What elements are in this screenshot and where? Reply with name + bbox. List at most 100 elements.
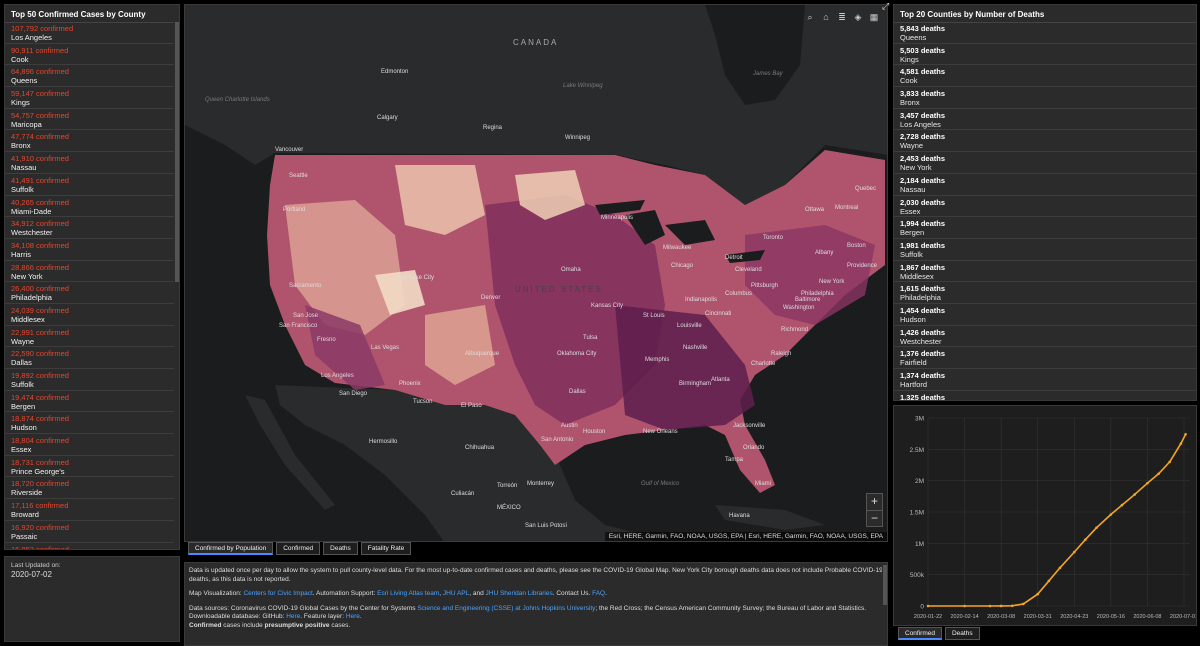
- label-dallas: Dallas: [569, 389, 586, 395]
- confirmed-case-item[interactable]: 18,720 confirmed Riverside: [5, 477, 174, 500]
- link-faq[interactable]: FAQ: [592, 590, 605, 597]
- death-item[interactable]: 4,581 deaths Cook: [894, 65, 1196, 88]
- confirmed-cases-scrollbar[interactable]: [174, 22, 179, 549]
- confirmed-case-item[interactable]: 64,896 confirmed Queens: [5, 65, 174, 88]
- death-item[interactable]: 1,374 deaths Hartford: [894, 369, 1196, 391]
- tab-chart-deaths[interactable]: Deaths: [944, 627, 980, 640]
- death-item-county: New York: [900, 163, 932, 173]
- confirmed-case-item[interactable]: 34,108 confirmed Harris: [5, 239, 174, 261]
- label-nashville: Nashville: [683, 345, 708, 351]
- layers-icon[interactable]: ◈: [851, 11, 865, 24]
- confirmed-cases-list[interactable]: 107,792 confirmed Los Angeles 90,911 confi…: [5, 22, 174, 549]
- deaths-list[interactable]: 5,843 deaths Queens 5,503 deaths Kings 4,581…: [894, 22, 1196, 400]
- death-item[interactable]: 2,453 deaths New York: [894, 152, 1196, 174]
- label-omaha: Omaha: [561, 267, 581, 273]
- scrollbar-thumb[interactable]: [175, 22, 179, 282]
- tab-confirmed-by-population[interactable]: Confirmed by Population: [188, 542, 274, 555]
- link-feature-layer[interactable]: Here: [346, 613, 360, 620]
- label-columbus: Columbus: [725, 291, 753, 297]
- confirmed-case-item[interactable]: 16,853 confirmed: [5, 543, 174, 550]
- tab-chart-confirmed[interactable]: Confirmed: [898, 627, 942, 640]
- death-item-value: 1,981 deaths: [900, 240, 946, 250]
- confirmed-case-item-value: 90,911 confirmed: [11, 45, 69, 55]
- death-item[interactable]: 1,325 deaths: [894, 391, 1196, 400]
- confirmed-case-item[interactable]: 17,116 confirmed Broward: [5, 499, 174, 521]
- link-esri-living-atlas[interactable]: Esri Living Atlas team: [377, 590, 439, 597]
- death-item[interactable]: 1,867 deaths Middlesex: [894, 261, 1196, 283]
- death-item-value: 4,581 deaths: [900, 67, 946, 77]
- notes-credits: Map Visualization: Centers for Civic Imp…: [189, 590, 607, 597]
- home-icon[interactable]: ⌂: [819, 11, 833, 24]
- death-item[interactable]: 1,454 deaths Hudson: [894, 304, 1196, 326]
- label-baltimore: Baltimore: [795, 297, 821, 303]
- confirmed-case-item[interactable]: 18,731 confirmed Prince George's: [5, 456, 174, 478]
- link-centers-civic-impact[interactable]: Centers for Civic Impact: [243, 590, 312, 597]
- confirmed-case-item[interactable]: 34,912 confirmed Westchester: [5, 217, 174, 239]
- confirmed-case-item[interactable]: 18,874 confirmed Hudson: [5, 412, 174, 435]
- confirmed-case-item[interactable]: 24,039 confirmed Middlesex: [5, 304, 174, 326]
- label-boston: Boston: [847, 243, 866, 249]
- confirmed-case-item[interactable]: 26,400 confirmed Philadelphia: [5, 282, 174, 304]
- link-csse-jhu[interactable]: Science and Engineering (CSSE) at Johns …: [417, 605, 595, 612]
- confirmed-case-item[interactable]: 28,866 confirmed New York: [5, 261, 174, 283]
- confirmed-case-item[interactable]: 90,911 confirmed Cook: [5, 44, 174, 66]
- label-cleveland: Cleveland: [735, 267, 762, 273]
- notes-scrollbar[interactable]: [882, 563, 887, 645]
- death-item[interactable]: 1,376 deaths Fairfield: [894, 347, 1196, 369]
- death-item[interactable]: 3,457 deaths Los Angeles: [894, 109, 1196, 131]
- zoom-in-button[interactable]: +: [867, 494, 882, 510]
- label-richmond: Richmond: [781, 327, 809, 333]
- tab-deaths[interactable]: Deaths: [323, 542, 358, 555]
- confirmed-case-item[interactable]: 41,491 confirmed Suffolk: [5, 174, 174, 196]
- zoom-out-button[interactable]: −: [867, 510, 882, 526]
- data-point: [1036, 592, 1040, 596]
- death-item[interactable]: 2,184 deaths Nassau: [894, 174, 1196, 196]
- confirmed-case-item-county: Suffolk: [11, 380, 34, 389]
- death-item[interactable]: 1,615 deaths Philadelphia: [894, 282, 1196, 304]
- map-view[interactable]: CANADA UNITED STATES MÉXICO Edmonton Cal…: [184, 4, 888, 542]
- label-queen-charlotte: Queen Charlotte Islands: [205, 97, 270, 103]
- data-point: [1168, 460, 1171, 464]
- data-point: [1072, 550, 1076, 554]
- link-github[interactable]: Here: [286, 613, 300, 620]
- label-canada: CANADA: [513, 38, 559, 47]
- confirmed-case-item[interactable]: 54,757 confirmed Maricopa: [5, 109, 174, 131]
- confirmed-case-item[interactable]: 59,147 confirmed Kings: [5, 87, 174, 109]
- confirmed-case-item-value: 26,400 confirmed: [11, 284, 69, 294]
- label-el-paso: El Paso: [461, 403, 482, 409]
- confirmed-case-item[interactable]: 47,774 confirmed Bronx: [5, 130, 174, 153]
- confirmed-case-item[interactable]: 18,804 confirmed Essex: [5, 434, 174, 456]
- expand-icon[interactable]: ⤢: [882, 1, 889, 12]
- link-jhu-sheridan[interactable]: JHU Sheridan Libraries: [486, 590, 553, 597]
- confirmed-case-item[interactable]: 22,991 confirmed Wayne: [5, 326, 174, 348]
- confirmed-case-item-county: Broward: [11, 510, 39, 520]
- death-item[interactable]: 5,843 deaths Queens: [894, 22, 1196, 44]
- death-item[interactable]: 1,981 deaths Suffolk: [894, 239, 1196, 261]
- link-jhu-apl[interactable]: JHU APL: [443, 590, 469, 597]
- confirmed-case-item[interactable]: 41,910 confirmed Nassau: [5, 152, 174, 174]
- death-item[interactable]: 5,503 deaths Kings: [894, 44, 1196, 66]
- death-item[interactable]: 3,833 deaths Bronx: [894, 87, 1196, 109]
- data-point: [963, 604, 966, 608]
- confirmed-case-item-value: 64,896 confirmed: [11, 67, 69, 77]
- label-mexico: MÉXICO: [497, 505, 521, 511]
- tab-confirmed[interactable]: Confirmed: [276, 542, 321, 555]
- death-item-value: 1,325 deaths: [900, 392, 946, 400]
- death-item[interactable]: 2,030 deaths Essex: [894, 196, 1196, 218]
- label-washington: Washington: [783, 305, 815, 311]
- confirmed-case-item-value: 24,039 confirmed: [11, 305, 69, 315]
- confirmed-case-item[interactable]: 19,892 confirmed Suffolk: [5, 369, 174, 391]
- search-icon[interactable]: ⌕: [803, 11, 817, 24]
- confirmed-case-item[interactable]: 22,590 confirmed Dallas: [5, 347, 174, 369]
- death-item[interactable]: 1,426 deaths Westchester: [894, 326, 1196, 348]
- confirmed-case-item[interactable]: 40,265 confirmed Miami-Dade: [5, 196, 174, 218]
- x-tick-label: 2020-03-31: [1024, 614, 1052, 620]
- tab-fatality-rate[interactable]: Fatality Rate: [360, 542, 412, 555]
- basemap-gallery-icon[interactable]: ▦: [867, 11, 881, 24]
- death-item[interactable]: 2,728 deaths Wayne: [894, 130, 1196, 153]
- death-item[interactable]: 1,994 deaths Bergen: [894, 217, 1196, 239]
- confirmed-case-item[interactable]: 107,792 confirmed Los Angeles: [5, 22, 174, 44]
- list-icon[interactable]: ≣: [835, 11, 849, 24]
- confirmed-case-item[interactable]: 19,474 confirmed Bergen: [5, 391, 174, 413]
- confirmed-case-item[interactable]: 16,920 confirmed Passaic: [5, 521, 174, 543]
